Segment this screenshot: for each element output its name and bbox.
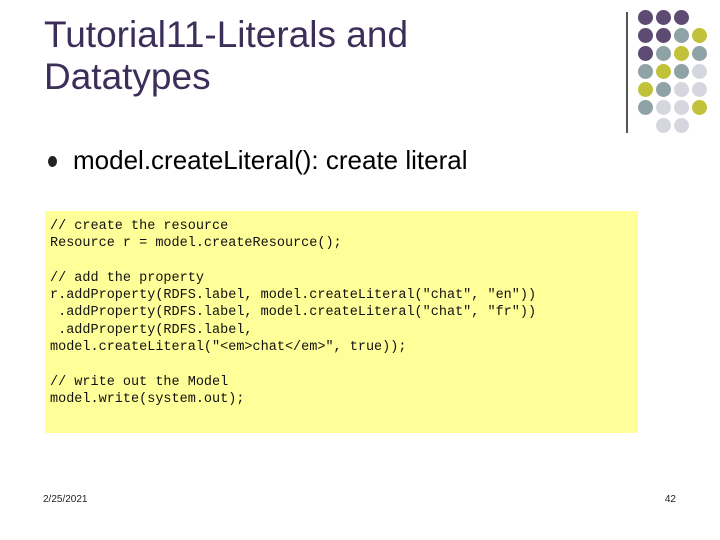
decorative-dot [638, 28, 653, 43]
decorative-dot [638, 10, 653, 25]
decorative-dot-grid [638, 10, 720, 150]
code-line: r.addProperty(RDFS.label, model.createLi… [50, 288, 537, 304]
decorative-dot [674, 64, 689, 79]
slide: Tutorial11-Literals and Datatypes model.… [0, 0, 720, 540]
decorative-dot [674, 28, 689, 43]
decorative-dot [656, 118, 671, 133]
decorative-dot [674, 46, 689, 61]
code-line: Resource r = model.createResource(); [50, 236, 342, 252]
divider-line [626, 12, 628, 133]
code-line: .addProperty(RDFS.label, [50, 322, 253, 338]
slide-title-line-1: Tutorial11-Literals and [44, 14, 409, 55]
bullet-text: model.createLiteral(): create literal [73, 144, 468, 175]
decorative-dot [656, 82, 671, 97]
code-line: // write out the Model [50, 374, 229, 390]
decorative-dot [692, 100, 707, 115]
decorative-dot [692, 46, 707, 61]
decorative-dot [674, 10, 689, 25]
slide-title: Tutorial11-Literals and Datatypes [44, 14, 604, 98]
bullet-icon [48, 155, 57, 167]
code-line: .addProperty(RDFS.label, model.createLit… [50, 305, 537, 321]
decorative-dot [692, 28, 707, 43]
decorative-dot [638, 100, 653, 115]
code-line: // create the resource [50, 219, 229, 234]
decorative-dot [656, 46, 671, 61]
code-line: // add the property [50, 270, 204, 286]
decorative-dot [656, 64, 671, 79]
decorative-dot [638, 64, 653, 79]
footer-page-number: 42 [664, 494, 676, 505]
decorative-dot [638, 82, 653, 97]
footer-date: 2/25/2021 [43, 494, 88, 505]
code-line: model.write(system.out); [50, 391, 245, 407]
code-block: // create the resource Resource r = mode… [45, 211, 638, 433]
decorative-dot [674, 100, 689, 115]
decorative-dot [656, 28, 671, 43]
code-line: model.createLiteral("<em>chat</em>", tru… [50, 340, 407, 356]
decorative-dot [692, 82, 707, 97]
decorative-dot [692, 64, 707, 79]
decorative-dot [674, 118, 689, 133]
decorative-dot [656, 10, 671, 25]
decorative-dot [656, 100, 671, 115]
decorative-dot [674, 82, 689, 97]
decorative-dot [638, 46, 653, 61]
bullet-item: model.createLiteral(): create literal [48, 140, 628, 180]
slide-title-line-2: Datatypes [44, 56, 211, 97]
